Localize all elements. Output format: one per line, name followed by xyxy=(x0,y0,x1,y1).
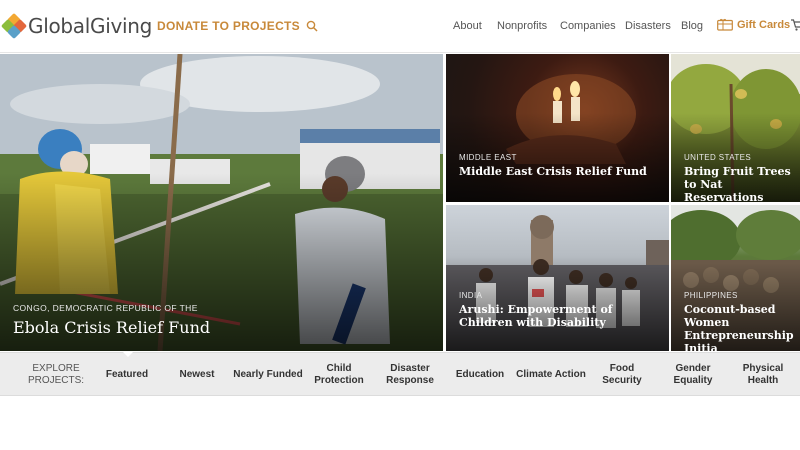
project-tile-philippines[interactable]: PHILIPPINES Coconut-based Women Entrepre… xyxy=(671,205,800,351)
project-country: CONGO, DEMOCRATIC REPUBLIC OF THE xyxy=(13,303,198,313)
project-title[interactable]: Arushi: Empowerment of Children with Dis… xyxy=(459,303,663,329)
project-country: UNITED STATES xyxy=(684,153,752,162)
explore-label: EXPLORE PROJECTS: xyxy=(27,363,85,386)
explore-projects-bar: EXPLORE PROJECTS: Featured Newest Nearly… xyxy=(0,352,800,396)
gift-card-icon xyxy=(717,18,733,31)
globalgiving-logo[interactable]: GlobalGiving xyxy=(0,12,153,40)
category-education[interactable]: Education xyxy=(450,353,510,397)
category-nearly-funded[interactable]: Nearly Funded xyxy=(230,353,306,397)
site-header: GlobalGiving DONATE TO PROJECTS About No… xyxy=(0,0,800,53)
search-icon[interactable] xyxy=(306,20,318,32)
nav-disasters[interactable]: Disasters xyxy=(625,20,671,32)
hero-featured-project[interactable]: CONGO, DEMOCRATIC REPUBLIC OF THE Ebola … xyxy=(0,54,443,351)
nav-about[interactable]: About xyxy=(453,20,482,32)
category-child-protection[interactable]: Child Protection xyxy=(308,353,370,397)
category-disaster-response[interactable]: Disaster Response xyxy=(378,353,442,397)
category-physical-health[interactable]: Physical Health xyxy=(734,353,792,397)
project-tile-india[interactable]: INDIA Arushi: Empowerment of Children wi… xyxy=(446,205,669,351)
category-climate-action[interactable]: Climate Action xyxy=(514,353,588,397)
project-country: INDIA xyxy=(459,291,483,300)
project-country: MIDDLE EAST xyxy=(459,153,517,162)
project-title[interactable]: Ebola Crisis Relief Fund xyxy=(13,318,437,338)
nav-companies[interactable]: Companies xyxy=(560,20,616,32)
project-title[interactable]: Coconut-based Women Entrepreneurship Ini… xyxy=(684,303,794,351)
project-tile-united-states[interactable]: UNITED STATES Bring Fruit Trees to Nat R… xyxy=(671,54,800,202)
gift-cards-link[interactable]: Gift Cards xyxy=(717,18,790,31)
project-title[interactable]: Bring Fruit Trees to Nat Reservations xyxy=(684,165,794,202)
category-food-security[interactable]: Food Security xyxy=(590,353,654,397)
category-gender-equality[interactable]: Gender Equality xyxy=(664,353,722,397)
logo-text: GlobalGiving xyxy=(28,14,153,38)
logo-icon xyxy=(0,12,28,40)
nav-nonprofits[interactable]: Nonprofits xyxy=(497,20,547,32)
category-featured[interactable]: Featured xyxy=(95,353,159,397)
nav-blog[interactable]: Blog xyxy=(681,20,703,32)
donate-label: DONATE TO PROJECTS xyxy=(157,19,300,33)
project-tile-middle-east[interactable]: MIDDLE EAST Middle East Crisis Relief Fu… xyxy=(446,54,669,202)
project-title[interactable]: Middle East Crisis Relief Fund xyxy=(459,165,663,178)
gift-cards-label: Gift Cards xyxy=(737,18,791,31)
cart-icon[interactable] xyxy=(791,18,800,32)
category-newest[interactable]: Newest xyxy=(168,353,226,397)
donate-to-projects-link[interactable]: DONATE TO PROJECTS xyxy=(157,19,318,33)
project-country: PHILIPPINES xyxy=(684,291,738,300)
